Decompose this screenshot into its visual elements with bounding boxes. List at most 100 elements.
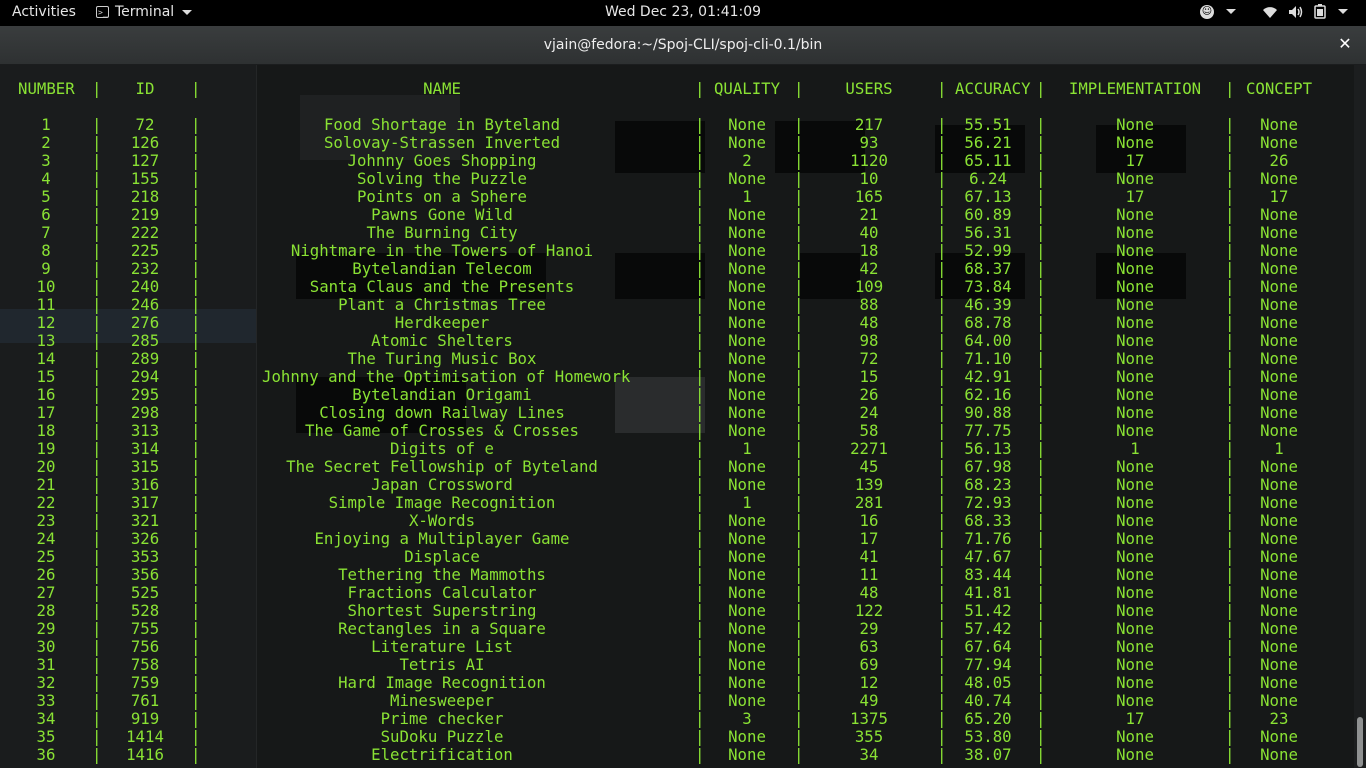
cell-name: Enjoying a Multiplayer Game	[314, 529, 570, 548]
cell-quality: None	[728, 691, 766, 710]
cell-id: 1416	[126, 745, 164, 764]
column-separator: |	[695, 295, 705, 314]
column-separator: |	[1036, 169, 1046, 188]
activities-button[interactable]: Activities	[12, 4, 76, 20]
column-separator: |	[695, 493, 705, 512]
column-separator: |	[1036, 565, 1046, 584]
cell-accuracy: 65.20	[964, 709, 1012, 728]
cell-number: 16	[36, 385, 56, 404]
column-separator: |	[1225, 331, 1235, 350]
column-separator: |	[191, 529, 201, 548]
cell-concept: None	[1260, 331, 1298, 350]
window-titlebar[interactable]: vjain@fedora:~/Spoj-CLI/spoj-cli-0.1/bin…	[0, 26, 1366, 65]
column-separator: |	[937, 277, 947, 296]
cell-id: 295	[130, 385, 160, 404]
cell-implementation: None	[1116, 493, 1154, 512]
column-separator: |	[695, 745, 705, 764]
column-separator: |	[794, 745, 804, 764]
column-separator: |	[695, 115, 705, 134]
cell-implementation: None	[1116, 115, 1154, 134]
cell-accuracy: 47.67	[964, 547, 1012, 566]
column-separator: |	[1225, 493, 1235, 512]
cell-accuracy: 46.39	[964, 295, 1012, 314]
cell-id: 755	[130, 619, 160, 638]
cell-number: 17	[36, 403, 56, 422]
status-menu[interactable]: ☺	[1200, 4, 1348, 19]
cell-concept: None	[1260, 313, 1298, 332]
cell-quality: None	[728, 655, 766, 674]
cell-id: 919	[130, 709, 160, 728]
column-separator: |	[1225, 205, 1235, 224]
column-separator: |	[1225, 583, 1235, 602]
column-separator: |	[1225, 511, 1235, 530]
cell-quality: None	[728, 223, 766, 242]
column-separator: |	[695, 691, 705, 710]
cell-number: 35	[36, 727, 56, 746]
cell-name: Plant a Christmas Tree	[338, 295, 546, 314]
cell-quality: None	[728, 637, 766, 656]
cell-implementation: None	[1116, 241, 1154, 260]
column-separator: |	[695, 421, 705, 440]
cell-implementation: None	[1116, 133, 1154, 152]
cell-accuracy: 83.44	[964, 565, 1012, 584]
column-separator: |	[937, 403, 947, 422]
cell-concept: None	[1260, 403, 1298, 422]
cell-users: 41	[859, 547, 879, 566]
cell-number: 36	[36, 745, 56, 764]
cell-id: 232	[130, 259, 160, 278]
cell-accuracy: 68.37	[964, 259, 1012, 278]
column-separator: |	[1225, 421, 1235, 440]
cell-concept: None	[1260, 457, 1298, 476]
scrollbar[interactable]	[1354, 65, 1366, 768]
cell-number: 4	[41, 169, 51, 188]
cell-users: 48	[859, 313, 879, 332]
cell-concept: None	[1260, 133, 1298, 152]
window-title: vjain@fedora:~/Spoj-CLI/spoj-cli-0.1/bin	[543, 37, 823, 53]
terminal-area[interactable]: NUMBER | ID | NAME | QUALITY | USERS | A…	[0, 65, 1366, 768]
column-separator: |	[794, 601, 804, 620]
app-menu[interactable]: >_ Terminal	[96, 4, 193, 20]
cell-quality: 3	[742, 709, 752, 728]
column-separator: |	[1225, 655, 1235, 674]
column-separator: |	[695, 475, 705, 494]
cell-users: 42	[859, 259, 879, 278]
ghost-thumbnail	[615, 121, 705, 173]
accessibility-icon[interactable]: ☺	[1200, 4, 1214, 19]
column-separator: |	[1225, 385, 1235, 404]
column-separator: |	[1036, 457, 1046, 476]
column-separator: |	[695, 133, 705, 152]
cell-name: Electrification	[371, 745, 513, 764]
column-separator: |	[937, 709, 947, 728]
column-separator: |	[695, 601, 705, 620]
cell-id: 276	[130, 313, 160, 332]
cell-users: 17	[859, 529, 879, 548]
column-separator: |	[92, 529, 102, 548]
cell-implementation: None	[1116, 601, 1154, 620]
clock[interactable]: Wed Dec 23, 01:41:09	[605, 4, 761, 20]
column-separator: |	[191, 403, 201, 422]
header-number: NUMBER	[18, 79, 75, 98]
scrollbar-thumb[interactable]	[1357, 717, 1363, 767]
column-separator: |	[1036, 493, 1046, 512]
column-separator: |	[1036, 241, 1046, 260]
cell-quality: 1	[742, 187, 752, 206]
column-separator: |	[937, 385, 947, 404]
cell-users: 1120	[850, 151, 888, 170]
cell-id: 353	[130, 547, 160, 566]
column-separator: |	[695, 385, 705, 404]
cell-users: 26	[859, 385, 879, 404]
column-separator: |	[1036, 331, 1046, 350]
cell-implementation: None	[1116, 673, 1154, 692]
close-icon[interactable]: ✕	[1336, 35, 1354, 53]
chevron-down-icon[interactable]	[1338, 9, 1348, 14]
cell-number: 1	[41, 115, 51, 134]
cell-quality: None	[728, 421, 766, 440]
column-separator: |	[695, 439, 705, 458]
cell-accuracy: 48.05	[964, 673, 1012, 692]
cell-implementation: None	[1116, 385, 1154, 404]
column-separator: |	[937, 79, 947, 98]
cell-implementation: None	[1116, 691, 1154, 710]
column-separator: |	[695, 673, 705, 692]
chevron-down-icon[interactable]	[1226, 9, 1236, 14]
column-separator: |	[794, 727, 804, 746]
